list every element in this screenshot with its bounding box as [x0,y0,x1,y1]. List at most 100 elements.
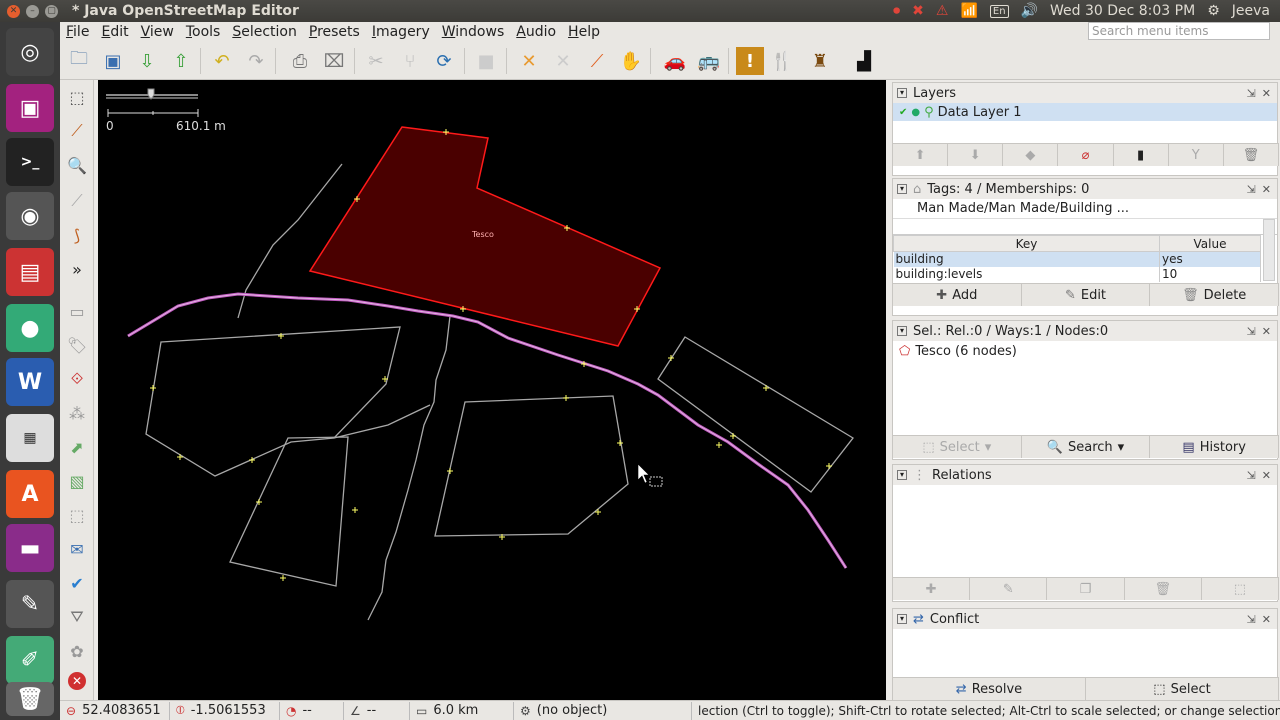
zoom-mode-icon[interactable]: 🔍 [64,152,90,178]
key-column-header[interactable]: Key [893,235,1160,252]
menu-search-input[interactable]: Search menu items [1088,22,1270,40]
save-icon[interactable]: ▣ [99,47,127,75]
validation-toggle-icon[interactable]: ✔ [64,570,90,596]
menu-selection[interactable]: Selection [232,24,297,40]
chevron-down-icon[interactable]: ▾ [985,440,992,455]
tags-panel-header[interactable]: ▾ ⌂ Tags: 4 / Memberships: 0 ⇲ ✕ [893,179,1277,199]
way-area-center[interactable] [434,395,629,537]
delete-mode-icon[interactable]: ⟋ [64,188,90,214]
text-editor-icon[interactable]: ✎ [6,580,54,628]
style-toggle-icon[interactable]: ✿ [64,638,90,664]
paint-app-icon[interactable]: ✐ [6,636,54,684]
activate-layer-icon[interactable]: ◆ [1003,144,1059,166]
merge-layer-icon[interactable]: Y [1169,144,1224,166]
list-item[interactable]: ⬠ Tesco (6 nodes) [893,341,1277,361]
menu-help[interactable]: Help [568,24,600,40]
add-tag-button[interactable]: ✚ Add [893,284,1022,306]
presentation-app-icon[interactable]: ▬ [6,524,54,572]
edit-relation-icon[interactable]: ✎ [970,578,1048,600]
validator-warning-icon[interactable]: ! [736,47,764,75]
food-preset-icon[interactable]: 🍴 [768,47,796,75]
zoom-layer-icon[interactable]: ⌧ [320,47,348,75]
chrome-icon[interactable]: ● [6,304,54,352]
car-preset-icon[interactable]: 🚗 [661,47,689,75]
menu-audio[interactable]: Audio [516,24,556,40]
undo-icon[interactable]: ↶ [208,47,236,75]
settings-gear-icon[interactable]: ⚙ [1207,3,1220,19]
changeset-toggle-icon[interactable]: ✉ [64,536,90,562]
duplicate-relation-icon[interactable]: ❐ [1047,578,1125,600]
collapse-icon[interactable]: ▾ [897,326,907,336]
open-file-icon[interactable]: 🗀 [65,47,93,75]
select-mode-icon[interactable]: ⬚ [64,84,90,110]
conflict-select-button[interactable]: ⬚ Select [1086,678,1279,700]
draw-mode-icon[interactable]: ⟋ [64,118,90,144]
close-icon[interactable]: ✕ [1262,469,1271,482]
upload-icon[interactable]: ⇧ [167,47,195,75]
download-icon[interactable]: ⇩ [133,47,161,75]
map-paint-toggle-icon[interactable]: ▧ [64,468,90,494]
collapse-icon[interactable]: ▾ [897,614,907,624]
layer-row[interactable]: ✔ ● ⚲ Data Layer 1 [893,103,1277,121]
new-relation-icon[interactable]: ✚ [893,578,971,600]
menu-imagery[interactable]: Imagery [372,24,430,40]
delete-tag-button[interactable]: 🗑 Delete [1150,284,1280,306]
select-relation-icon[interactable]: ⬚ [1202,578,1280,600]
way-path-center[interactable] [367,315,451,621]
resolve-button[interactable]: ⇄ Resolve [893,678,1086,700]
parallel-mode-icon[interactable]: ⟆ [64,222,90,248]
delete-relation-icon[interactable]: 🗑 [1125,578,1202,600]
search-button[interactable]: 🔍 Search ▾ [1022,436,1151,458]
menu-windows[interactable]: Windows [442,24,505,40]
detach-icon[interactable]: ⇲ [1247,183,1256,196]
filter-funnel-icon[interactable]: ⛛ [64,604,90,630]
move-down-icon[interactable]: ⬇ [948,144,1004,166]
menu-view[interactable]: View [141,24,174,40]
relations-panel-header[interactable]: ▾ ⋮ Relations ⇲ ✕ [893,465,1277,485]
way-area-west[interactable] [145,326,401,477]
tags-toggle-icon[interactable]: 🏷 [64,332,90,358]
disabled-tool-icon[interactable]: ✕ [549,47,577,75]
bus-preset-icon[interactable]: 🚌 [695,47,723,75]
split-way-icon[interactable]: ✂ [362,47,390,75]
software-center-icon[interactable]: A [6,470,54,518]
conflict-panel-header[interactable]: ▾ ⇄ Conflict ⇲ ✕ [893,609,1277,629]
table-row[interactable]: building:levels 10 [893,266,1262,282]
pan-hand-icon[interactable]: ✋ [617,47,645,75]
detach-icon[interactable]: ⇲ [1247,87,1256,100]
refresh-icon[interactable]: ⟳ [430,47,458,75]
layers-panel-header[interactable]: ▾ Layers ⇲ ✕ [893,83,1277,103]
select-button[interactable]: ⬚ Select ▾ [893,436,1022,458]
volume-icon[interactable]: 🔊 [1021,3,1038,19]
camera-app-icon[interactable]: ◉ [6,192,54,240]
way-area-east[interactable] [657,336,854,493]
menu-presets[interactable]: Presets [309,24,360,40]
word-icon[interactable]: W [6,358,54,406]
selection-panel-header[interactable]: ▾ Sel.: Rel.:0 / Ways:1 / Nodes:0 ⇲ ✕ [893,321,1277,341]
commands-toggle-icon[interactable]: ⁂ [64,400,90,426]
office-suite-icon[interactable]: ▦ [6,414,54,462]
record-icon[interactable]: ⏺ [893,3,900,19]
more-tools-icon[interactable]: » [64,256,90,282]
history-button[interactable]: ▤ History [1150,436,1280,458]
menu-edit[interactable]: Edit [101,24,128,40]
selection-list-toggle-icon[interactable]: ⟐ [64,366,90,392]
window-minimize-button[interactable]: – [26,4,39,18]
conflict-toggle-icon[interactable]: ✕ [68,672,86,690]
orthogonalize-icon[interactable]: ⟋ [583,47,611,75]
way-area-southwest[interactable] [229,436,349,587]
move-up-icon[interactable]: ⬆ [893,144,949,166]
terminal-icon[interactable]: >_ [6,138,54,186]
delete-layer-icon[interactable]: 🗑 [1224,144,1279,166]
filter-toggle-icon[interactable]: ⬈ [64,434,90,460]
value-column-header[interactable]: Value [1158,235,1262,252]
edit-tag-button[interactable]: ✎ Edit [1022,284,1151,306]
layer-eye-icon[interactable]: ● [911,107,920,118]
clock[interactable]: Wed 30 Dec 8:03 PM [1050,3,1195,19]
blank-tool-icon[interactable]: ■ [472,47,500,75]
keyboard-layout-indicator[interactable]: En [989,4,1009,18]
detach-icon[interactable]: ⇲ [1247,613,1256,626]
close-icon[interactable]: ✕ [1262,325,1271,338]
close-icon[interactable]: ✕ [1262,87,1271,100]
table-row[interactable]: building yes [893,251,1262,267]
